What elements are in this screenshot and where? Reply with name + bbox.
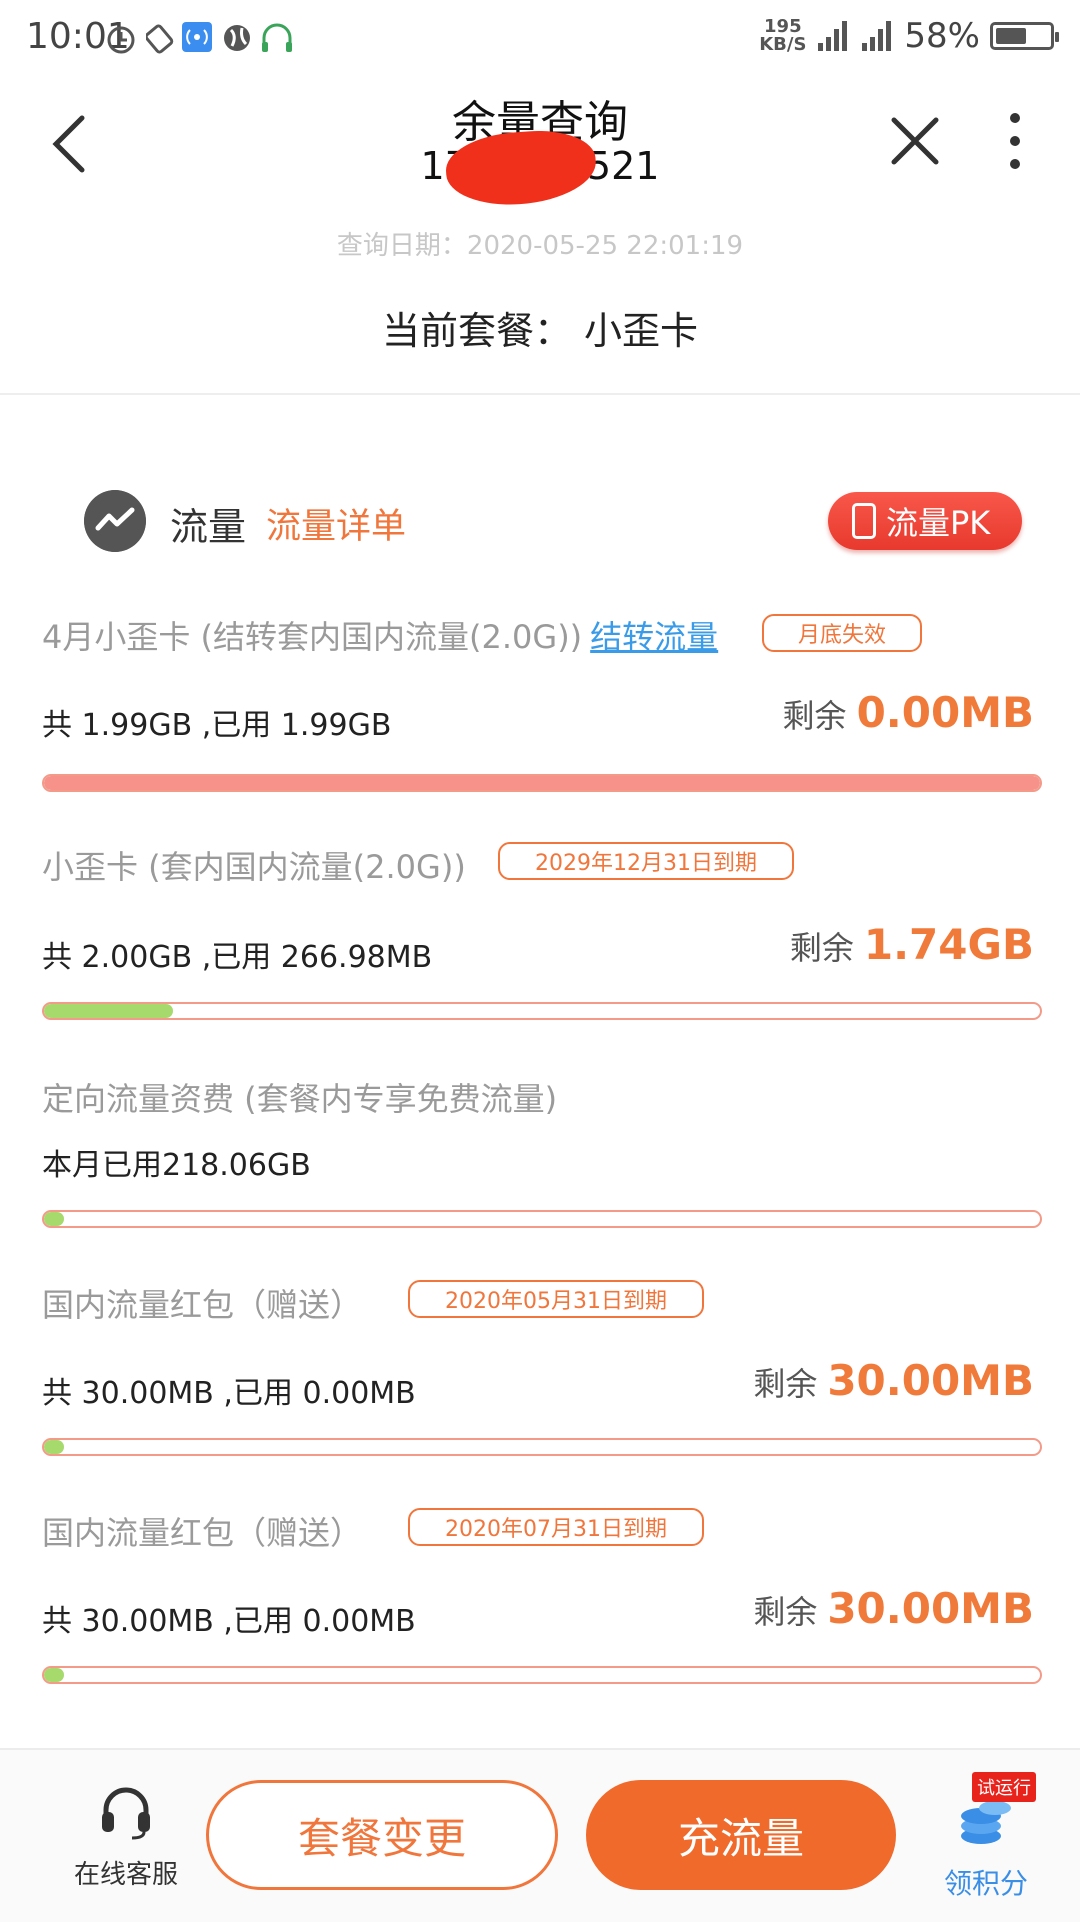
rotate-lock-icon — [146, 24, 174, 54]
battery-fill — [996, 28, 1027, 44]
phone-icon — [852, 503, 876, 539]
usage-bar-fill — [44, 1212, 64, 1226]
signal-4g-icon — [818, 21, 848, 51]
usage-bar-fill — [44, 776, 1040, 790]
item-title: 4月小歪卡 (结转套内国内流量(2.0G)) 结转流量 — [42, 618, 719, 656]
recharge-traffic-button[interactable]: 充流量 — [586, 1780, 896, 1890]
status-right: 195 KB/S 58% — [759, 16, 1059, 56]
headset-status-icon — [262, 23, 292, 52]
signal-icon — [862, 21, 892, 51]
traffic-detail-link[interactable]: 流量详单 — [266, 498, 406, 549]
usage-bar-fill — [44, 1668, 64, 1682]
usage-bar — [42, 1210, 1042, 1228]
traffic-pk-button[interactable]: 流量PK — [828, 492, 1022, 550]
item-usage: 本月已用218.06GB — [42, 1148, 311, 1183]
item-usage: 共 1.99GB ,已用 1.99GB — [42, 708, 392, 743]
section-title: 流量 — [170, 505, 247, 549]
more-menu-button[interactable] — [990, 106, 1040, 176]
hotspot-icon — [182, 22, 212, 52]
usage-bar-fill — [44, 1440, 64, 1454]
item-usage: 共 2.00GB ,已用 266.98MB — [42, 940, 433, 975]
expiry-tag: 2029年12月31日到期 — [498, 842, 794, 880]
battery-icon — [990, 22, 1059, 50]
earn-points-button[interactable]: 试运行 领积分 — [916, 1768, 1056, 1902]
usage-bar — [42, 1438, 1042, 1456]
item-usage: 共 30.00MB ,已用 0.00MB — [42, 1376, 416, 1411]
traffic-trend-icon — [84, 490, 146, 552]
usage-bar-fill — [44, 1004, 174, 1018]
expiry-tag: 2020年05月31日到期 — [408, 1280, 704, 1318]
current-plan: 当前套餐： 小歪卡 — [381, 309, 699, 353]
item-remaining: 剩余 0.00MB — [782, 688, 1034, 737]
globe-icon — [224, 25, 250, 51]
battery-percent: 58% — [904, 16, 980, 56]
item-title: 国内流量红包（赠送） — [42, 1286, 363, 1324]
close-button[interactable] — [880, 106, 950, 176]
carryover-link[interactable]: 结转流量 — [590, 618, 718, 656]
item-remaining: 剩余 30.00MB — [753, 1356, 1034, 1405]
status-bar: 10:01 195 KB/S 58% — [0, 0, 1080, 78]
item-title: 国内流量红包（赠送） — [42, 1514, 363, 1552]
item-usage: 共 30.00MB ,已用 0.00MB — [42, 1604, 416, 1639]
change-plan-button[interactable]: 套餐变更 — [206, 1780, 558, 1890]
headset-icon — [102, 1787, 150, 1840]
page-header: 余量查询 17 521 — [0, 78, 1080, 218]
divider — [0, 393, 1080, 395]
item-title: 小歪卡 (套内国内流量(2.0G)) — [42, 848, 466, 886]
usage-bar — [42, 1666, 1042, 1684]
trial-badge: 试运行 — [972, 1772, 1036, 1802]
online-service-button[interactable]: 在线客服 — [66, 1784, 186, 1891]
query-date: 查询日期：2020-05-25 22:01:19 — [336, 231, 744, 261]
alarm-icon — [107, 26, 135, 54]
bottom-action-bar: 在线客服 套餐变更 充流量 试运行 领积分 — [0, 1748, 1080, 1922]
expiry-tag: 2020年07月31日到期 — [408, 1508, 704, 1546]
net-speed: 195 KB/S — [759, 16, 807, 55]
item-remaining: 剩余 1.74GB — [789, 920, 1034, 969]
usage-bar — [42, 1002, 1042, 1020]
item-remaining: 剩余 30.00MB — [753, 1584, 1034, 1633]
expiry-tag: 月底失效 — [762, 614, 922, 652]
usage-bar — [42, 774, 1042, 792]
item-title: 定向流量资费 (套餐内专享免费流量) — [42, 1080, 558, 1118]
